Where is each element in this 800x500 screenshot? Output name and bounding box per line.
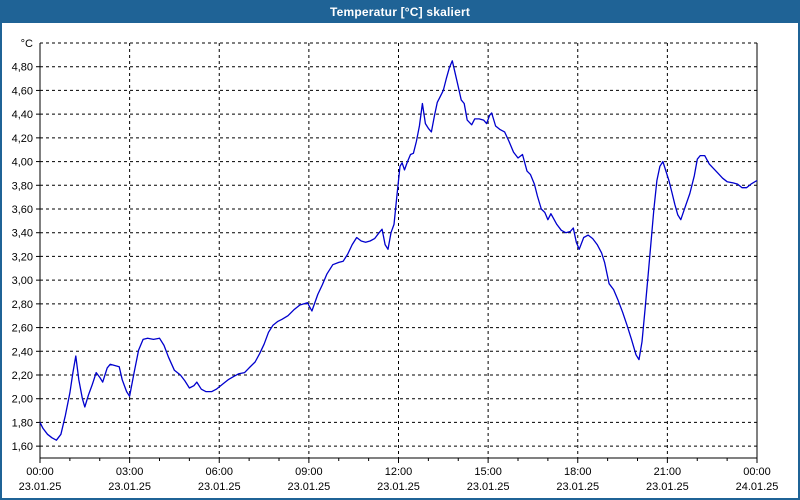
x-axis-label-time: 18:00 <box>564 466 592 478</box>
y-axis-label: 4,20 <box>12 133 33 145</box>
y-axis-label: 4,60 <box>12 85 33 97</box>
x-axis-label-date: 23.01.25 <box>467 481 510 493</box>
y-axis-label: 3,40 <box>12 228 33 240</box>
y-axis-label: 4,00 <box>12 157 33 169</box>
x-axis-label-date: 23.01.25 <box>19 481 62 493</box>
y-axis-label: 1,60 <box>12 441 33 453</box>
window-titlebar[interactable]: Temperatur [°C] skaliert <box>0 0 800 23</box>
x-axis-label-date: 23.01.25 <box>556 481 599 493</box>
x-axis-label-time: 03:00 <box>116 466 144 478</box>
x-axis-label-time: 15:00 <box>474 466 502 478</box>
window-title: Temperatur [°C] skaliert <box>329 4 471 19</box>
x-axis-label-date: 23.01.25 <box>108 481 151 493</box>
y-axis-label: 3,00 <box>12 275 33 287</box>
y-axis-label: 3,80 <box>12 180 33 192</box>
y-axis-label: 1,80 <box>12 417 33 429</box>
x-axis-label-date: 23.01.25 <box>646 481 689 493</box>
y-axis-label: 2,60 <box>12 323 33 335</box>
x-axis-label-time: 21:00 <box>654 466 682 478</box>
x-axis-label-date: 24.01.25 <box>736 481 779 493</box>
y-unit-label: °C <box>21 38 33 50</box>
y-axis-label: 2,20 <box>12 370 33 382</box>
x-axis-label-time: 09:00 <box>295 466 323 478</box>
x-axis-label-time: 00:00 <box>743 466 771 478</box>
x-axis-label-time: 12:00 <box>385 466 413 478</box>
y-axis-label: 2,00 <box>12 394 33 406</box>
window-border-left <box>0 23 2 500</box>
app-window: Temperatur [°C] skaliert 1,60 1,80 2,00 2,2… <box>0 0 800 500</box>
y-axis-label: 2,40 <box>12 346 33 358</box>
x-axis-label-date: 23.01.25 <box>198 481 241 493</box>
chart-svg: 1,60 1,80 2,00 2,20 2,40 2,60 2,80 3,00 3,20 3,40… <box>12 38 779 493</box>
x-axis-label-date: 23.01.25 <box>377 481 420 493</box>
y-axis-label: 4,40 <box>12 109 33 121</box>
y-axis-label: 3,20 <box>12 251 33 263</box>
x-axis-label-time: 06:00 <box>205 466 233 478</box>
temperature-chart: 1,60 1,80 2,00 2,20 2,40 2,60 2,80 3,00 3,20 3,40… <box>0 0 800 500</box>
y-axis-label: 2,80 <box>12 299 33 311</box>
x-axis-label-date: 23.01.25 <box>287 481 330 493</box>
y-axis-label: 3,60 <box>12 204 33 216</box>
y-axis-label: 4,80 <box>12 62 33 74</box>
x-axis-label-time: 00:00 <box>26 466 54 478</box>
